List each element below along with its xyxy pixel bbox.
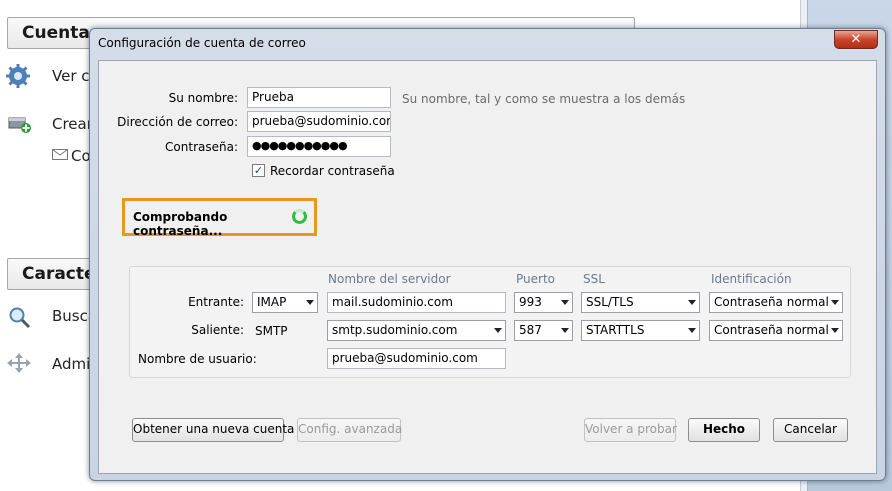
outgoing-ssl-select[interactable]: STARTTLS	[581, 320, 700, 341]
outgoing-port-value: 587	[519, 323, 542, 337]
password-label: Contraseña:	[165, 140, 238, 154]
retest-button[interactable]: Volver a probar	[584, 418, 677, 442]
create-account-link[interactable]: Crear	[52, 115, 93, 133]
dialog-title: Configuración de cuenta de correo	[98, 36, 306, 50]
column-ssl-header: SSL	[583, 272, 605, 286]
spinner-icon	[292, 209, 307, 224]
outgoing-server-value: smtp.sudominio.com	[332, 323, 458, 337]
outgoing-auth-value: Contraseña normal	[714, 323, 829, 337]
incoming-auth-select[interactable]: Contraseña normal	[709, 292, 843, 313]
done-button[interactable]: Hecho	[688, 418, 760, 442]
email-label: Dirección de correo:	[117, 115, 238, 129]
admin-link[interactable]: Admi	[52, 355, 90, 373]
dropdown-arrow-icon	[831, 328, 839, 333]
add-account-icon	[8, 117, 31, 133]
email-field[interactable]: prueba@sudominio.com	[247, 111, 391, 132]
outgoing-port-select[interactable]: 587	[514, 320, 573, 341]
incoming-ssl-select[interactable]: SSL/TLS	[581, 292, 700, 313]
incoming-port-value: 993	[519, 295, 542, 309]
outgoing-label: Saliente:	[191, 323, 244, 337]
gear-icon	[6, 64, 30, 88]
magnifier-icon	[9, 307, 31, 329]
advanced-config-button[interactable]: Config. avanzada	[297, 418, 402, 442]
dropdown-arrow-icon	[831, 300, 839, 305]
arrows-icon	[7, 353, 31, 373]
dropdown-arrow-icon	[561, 300, 569, 305]
mail-link[interactable]: Co	[71, 147, 91, 165]
name-hint: Su nombre, tal y como se muestra a los d…	[402, 92, 686, 106]
incoming-protocol-select[interactable]: IMAP	[252, 292, 318, 313]
column-auth-header: Identificación	[711, 272, 792, 286]
dropdown-arrow-icon	[494, 328, 502, 333]
incoming-server-field[interactable]: mail.sudominio.com	[327, 292, 506, 313]
incoming-port-select[interactable]: 993	[514, 292, 573, 313]
column-port-header: Puerto	[516, 272, 555, 286]
cancel-button[interactable]: Cancelar	[773, 418, 848, 442]
incoming-label: Entrante:	[188, 295, 244, 309]
incoming-ssl-value: SSL/TLS	[586, 295, 634, 309]
name-field[interactable]: Prueba	[247, 87, 391, 108]
outgoing-ssl-value: STARTTLS	[586, 323, 645, 337]
dropdown-arrow-icon	[688, 300, 696, 305]
name-label: Su nombre:	[168, 91, 238, 105]
column-server-header: Nombre del servidor	[328, 272, 451, 286]
incoming-protocol-value: IMAP	[257, 295, 287, 309]
dropdown-arrow-icon	[561, 328, 569, 333]
dialog-client-area: Su nombre: Prueba Su nombre, tal y como …	[98, 60, 877, 474]
outgoing-protocol: SMTP	[255, 324, 288, 338]
outgoing-auth-select[interactable]: Contraseña normal	[709, 320, 843, 341]
envelope-icon	[52, 149, 68, 160]
remember-password-checkbox[interactable]: ✓	[252, 164, 265, 177]
dropdown-arrow-icon	[688, 328, 696, 333]
close-button[interactable]: ✕	[834, 30, 878, 49]
remember-password-label: Recordar contraseña	[270, 164, 395, 178]
incoming-auth-value: Contraseña normal	[714, 295, 829, 309]
username-field[interactable]: prueba@sudominio.com	[327, 348, 506, 369]
new-account-button[interactable]: Obtener una nueva cuenta	[132, 418, 294, 442]
outgoing-server-select[interactable]: smtp.sudominio.com	[327, 320, 506, 341]
mail-account-setup-dialog: Configuración de cuenta de correo ✕ Su n…	[89, 28, 886, 481]
dropdown-arrow-icon	[306, 300, 314, 305]
status-highlight: Comprobando contraseña...	[122, 198, 317, 238]
password-field[interactable]: ●●●●●●●●●●●	[247, 136, 391, 157]
username-label: Nombre de usuario:	[138, 352, 257, 366]
status-text: Comprobando contraseña...	[133, 210, 228, 238]
